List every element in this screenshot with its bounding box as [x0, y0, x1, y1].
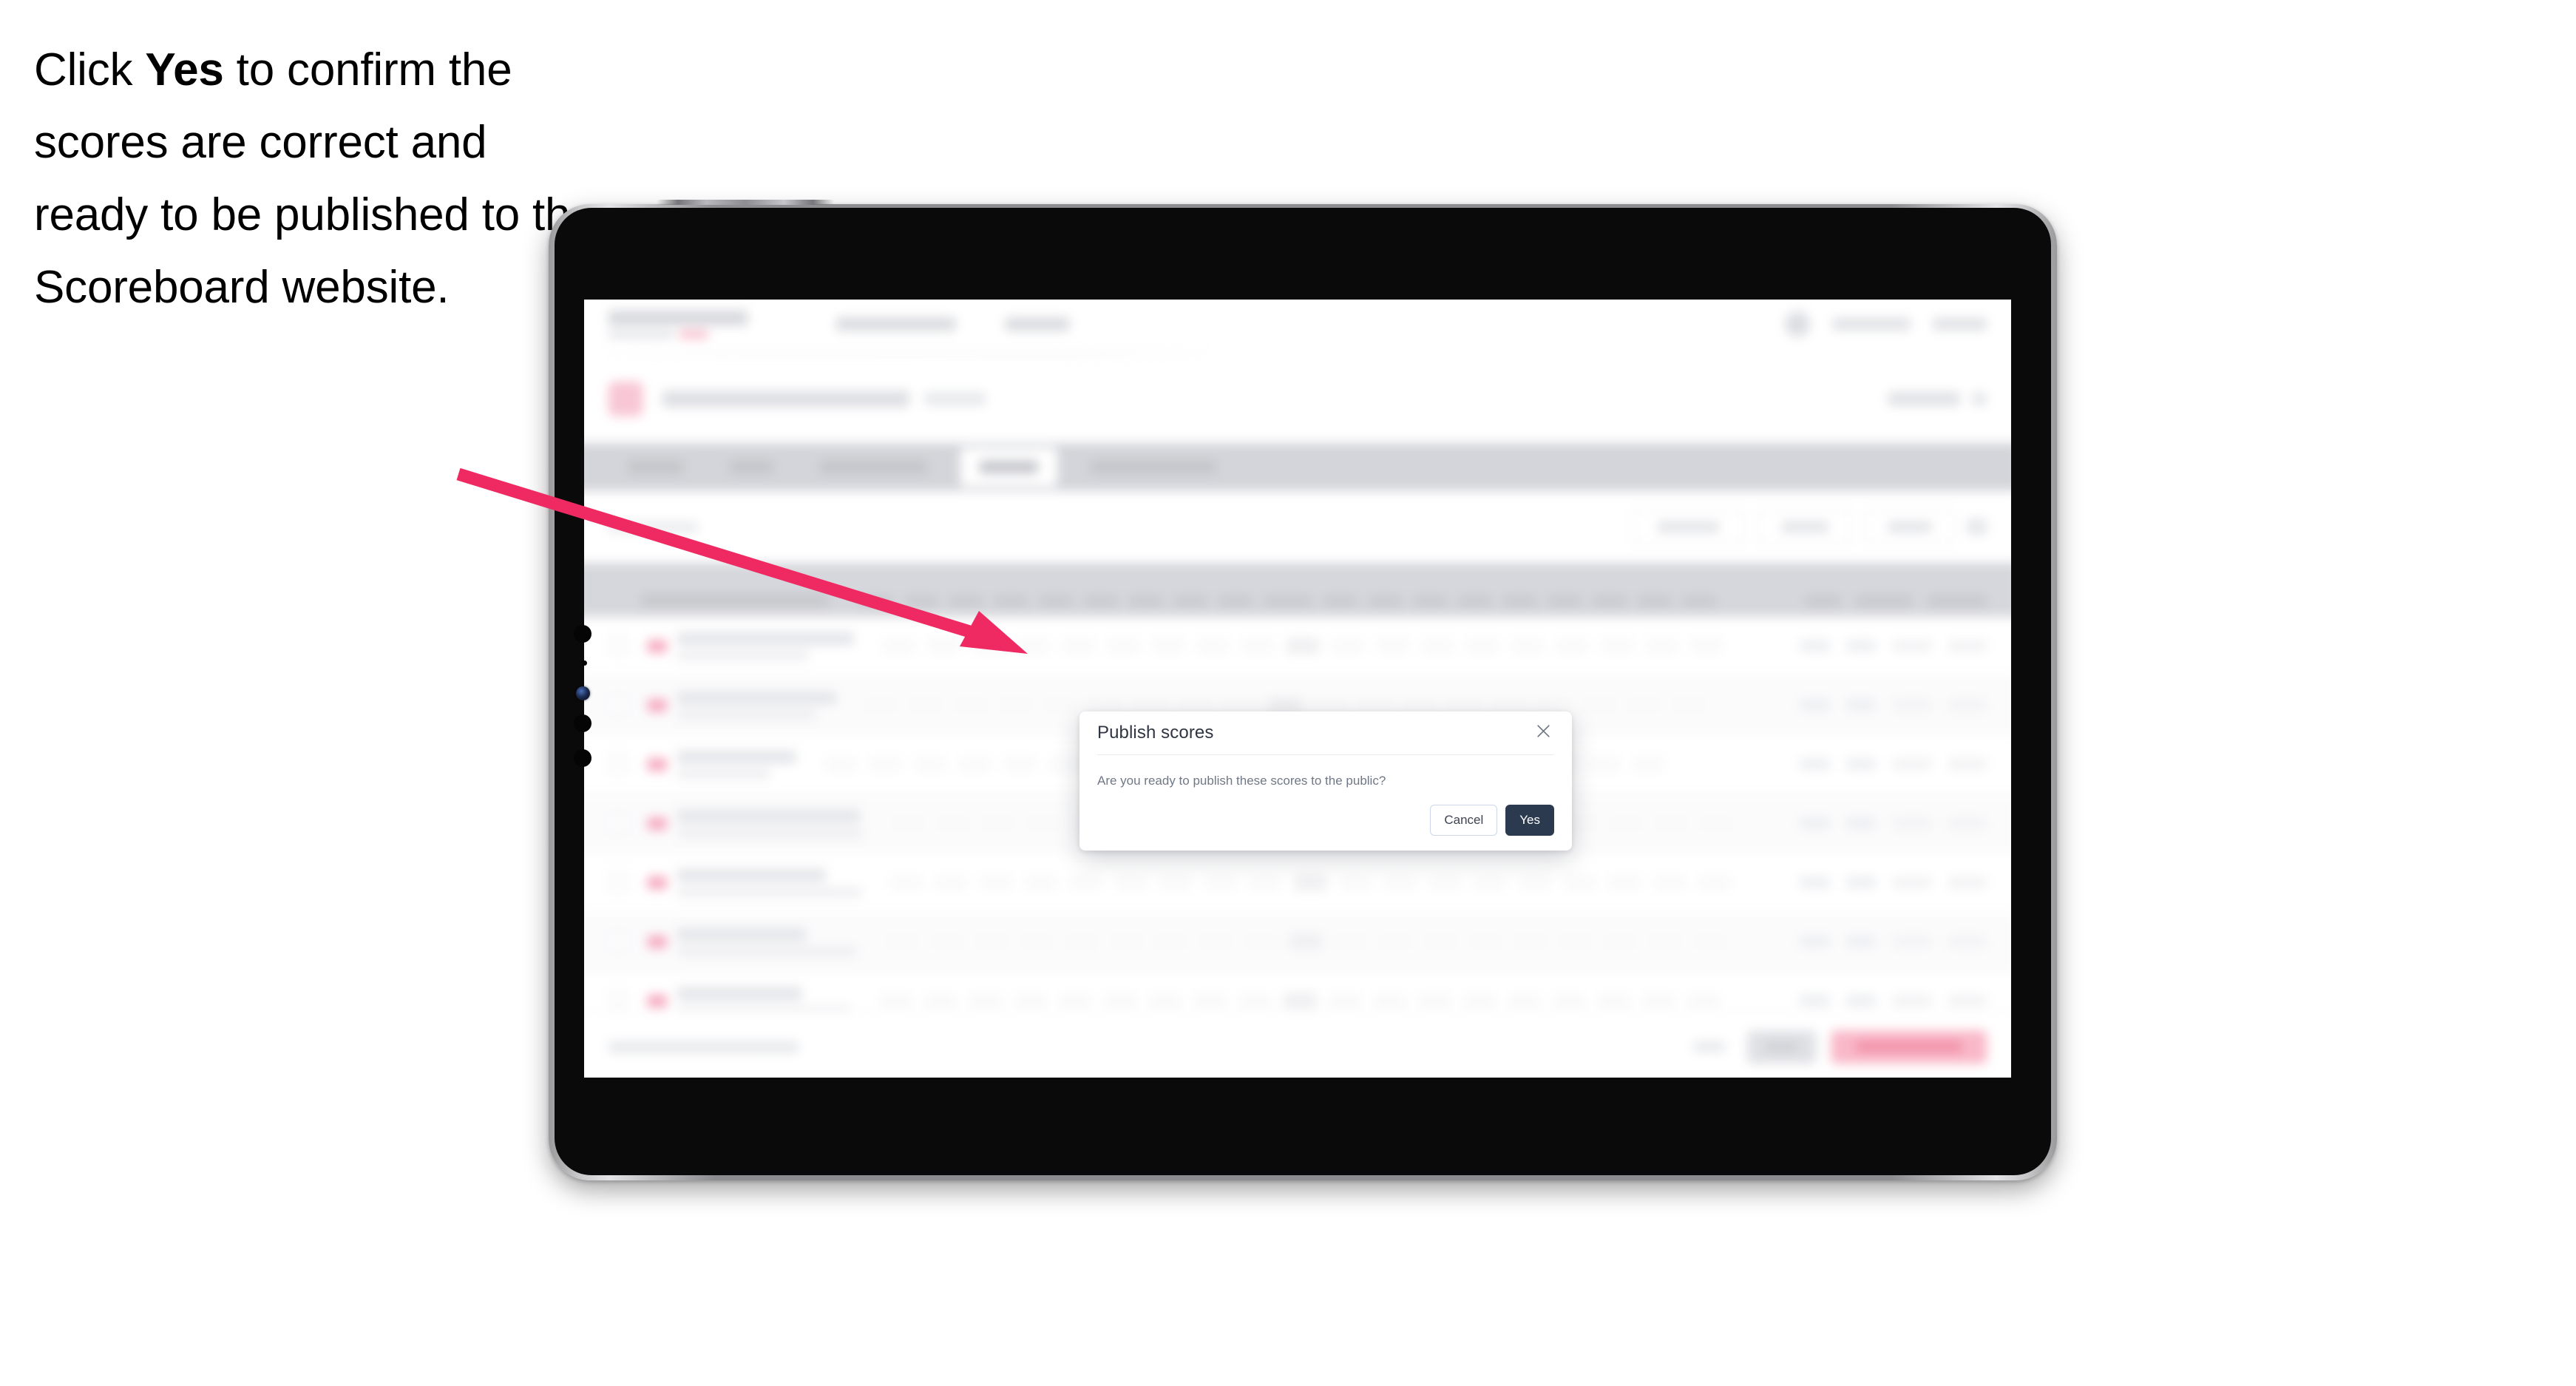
- dialog-actions: Cancel Yes: [1430, 805, 1554, 836]
- tablet-mic-icon: [574, 714, 592, 732]
- instruction-keyword: Yes: [145, 44, 224, 95]
- dialog-header: Publish scores: [1097, 711, 1554, 755]
- dialog-body: Are you ready to publish these scores to…: [1079, 755, 1572, 789]
- tablet-device: Publish scores Are you ready to publish …: [549, 204, 2057, 1180]
- close-icon[interactable]: [1532, 720, 1554, 742]
- instruction-caption: Click Yes to confirm the scores are corr…: [34, 34, 596, 324]
- instruction-text-before: Click: [34, 44, 146, 95]
- cancel-button[interactable]: Cancel: [1430, 805, 1498, 836]
- dialog-message: Are you ready to publish these scores to…: [1097, 774, 1386, 788]
- tablet-camera-icon: [574, 625, 592, 643]
- publish-scores-dialog: Publish scores Are you ready to publish …: [1079, 711, 1572, 851]
- tablet-speaker-dot-icon: [574, 749, 592, 767]
- modal-overlay[interactable]: [584, 300, 2011, 1078]
- yes-button[interactable]: Yes: [1505, 805, 1554, 836]
- tablet-top-speaker: [657, 200, 834, 205]
- tablet-front-lens-icon: [576, 686, 590, 700]
- dialog-title: Publish scores: [1097, 723, 1214, 743]
- tablet-sensor-icon: [582, 660, 587, 666]
- app-viewport: Publish scores Are you ready to publish …: [584, 300, 2011, 1078]
